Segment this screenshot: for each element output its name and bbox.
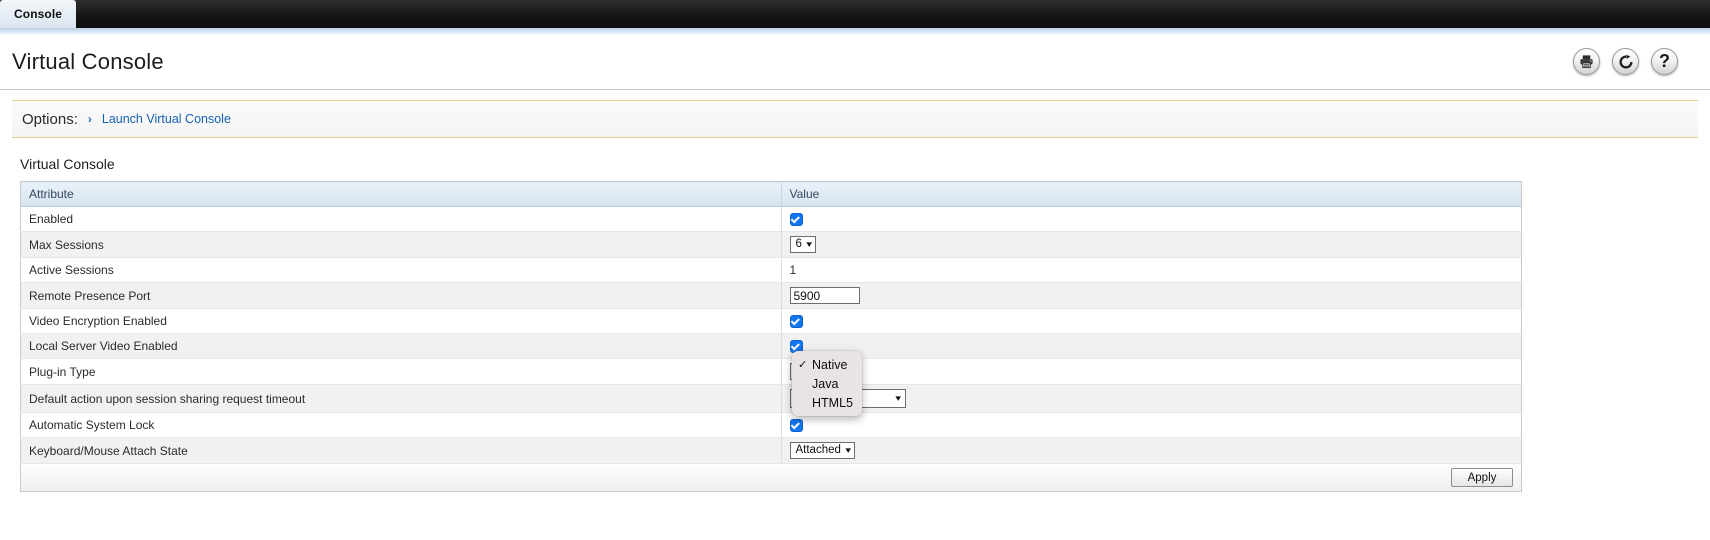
help-icon-glyph: ? (1659, 51, 1670, 71)
row-value-video-encryption-enabled (781, 308, 1522, 334)
row-value-active-sessions: 1 (781, 257, 1522, 283)
tab-console-label: Console (14, 7, 63, 21)
options-bar-wrapper: Options: › Launch Virtual Console (0, 90, 1710, 138)
table-row: Default action upon session sharing requ… (20, 384, 1522, 413)
table-row: Active Sessions 1 (20, 257, 1522, 283)
apply-button[interactable]: Apply (1451, 468, 1513, 487)
active-sessions-value: 1 (789, 263, 797, 277)
refresh-icon[interactable] (1612, 48, 1639, 75)
table-row: Keyboard/Mouse Attach State Attached ▾ (20, 437, 1522, 464)
virtual-console-section: Virtual Console Attribute Value Enabled … (0, 138, 1710, 492)
row-value-automatic-system-lock (781, 412, 1522, 438)
table-row: Remote Presence Port (20, 282, 1522, 309)
options-bar: Options: › Launch Virtual Console (12, 100, 1698, 138)
table-row: Enabled (20, 206, 1522, 232)
row-value-enabled (781, 206, 1522, 232)
max-sessions-select[interactable]: 6 ▾ (789, 236, 817, 253)
table-row: Plug-in Type Native ▾ (20, 358, 1522, 385)
remote-presence-port-input[interactable] (789, 287, 860, 304)
dropdown-option-html5-label: HTML5 (812, 395, 853, 410)
table-row: Max Sessions 6 ▾ (20, 231, 1522, 258)
chevron-down-icon: ▾ (895, 393, 902, 403)
row-value-remote-presence-port (781, 282, 1522, 309)
table-row: Local Server Video Enabled (20, 333, 1522, 359)
table-footer: Apply (20, 464, 1522, 492)
app-root: Console Virtual Console ? Options: › Lau… (0, 0, 1710, 540)
checkmark-icon: ✓ (798, 359, 808, 371)
dropdown-option-native[interactable]: ✓ Native (792, 355, 862, 374)
chevron-right-icon: › (87, 112, 92, 126)
chevron-down-icon: ▾ (806, 239, 813, 249)
print-icon[interactable] (1573, 48, 1600, 75)
row-label-enabled: Enabled (20, 206, 782, 232)
dropdown-option-java[interactable]: ✓ Java (792, 374, 862, 393)
dropdown-option-java-label: Java (812, 376, 839, 391)
table-row: Video Encryption Enabled (20, 308, 1522, 334)
plugin-type-dropdown-menu[interactable]: ✓ Native ✓ Java ✓ HTML5 (792, 351, 862, 416)
video-encryption-enabled-checkbox[interactable] (789, 315, 803, 329)
dropdown-option-native-label: Native (812, 357, 848, 372)
row-label-max-sessions: Max Sessions (20, 231, 782, 258)
checkmark-icon-placeholder: ✓ (798, 377, 809, 390)
row-label-video-encryption-enabled: Video Encryption Enabled (20, 308, 782, 334)
row-value-max-sessions: 6 ▾ (781, 231, 1522, 258)
row-label-remote-presence-port: Remote Presence Port (20, 282, 782, 309)
row-value-plugin-type: Native ▾ (781, 358, 1522, 385)
row-label-default-action-session-sharing-timeout: Default action upon session sharing requ… (20, 384, 782, 413)
page-title: Virtual Console (12, 48, 164, 74)
column-header-attribute: Attribute (20, 181, 782, 207)
keyboard-mouse-attach-state-value: Attached (795, 443, 841, 456)
options-label: Options: (22, 110, 78, 128)
tab-console[interactable]: Console (0, 0, 77, 28)
help-icon[interactable]: ? (1651, 48, 1678, 75)
section-title: Virtual Console (20, 156, 115, 172)
row-label-plugin-type: Plug-in Type (20, 358, 782, 385)
row-value-keyboard-mouse-attach-state: Attached ▾ (781, 437, 1522, 464)
keyboard-mouse-attach-state-select[interactable]: Attached ▾ (789, 442, 856, 459)
max-sessions-select-value: 6 (795, 237, 802, 250)
row-label-automatic-system-lock: Automatic System Lock (20, 412, 782, 438)
chevron-down-icon: ▾ (845, 445, 852, 455)
dropdown-option-html5[interactable]: ✓ HTML5 (792, 393, 862, 412)
browser-tab-strip: Console (0, 0, 1710, 28)
automatic-system-lock-checkbox[interactable] (789, 419, 803, 433)
row-label-local-server-video-enabled: Local Server Video Enabled (20, 333, 782, 359)
row-value-default-action-session-sharing-timeout: ▾ (781, 384, 1522, 413)
row-value-local-server-video-enabled (781, 333, 1522, 359)
row-label-keyboard-mouse-attach-state: Keyboard/Mouse Attach State (20, 437, 782, 464)
page-header: Virtual Console ? (0, 34, 1710, 90)
table-header-row: Attribute Value (20, 181, 1522, 207)
row-label-active-sessions: Active Sessions (20, 257, 782, 283)
virtual-console-table: Attribute Value Enabled Max Sessions 6 ▾… (20, 181, 1522, 464)
table-row: Automatic System Lock (20, 412, 1522, 438)
column-header-value: Value (781, 181, 1522, 207)
launch-virtual-console-link[interactable]: Launch Virtual Console (102, 112, 231, 126)
enabled-checkbox[interactable] (789, 213, 803, 227)
checkmark-icon-placeholder: ✓ (798, 396, 809, 409)
header-icon-group: ? (1573, 48, 1690, 75)
